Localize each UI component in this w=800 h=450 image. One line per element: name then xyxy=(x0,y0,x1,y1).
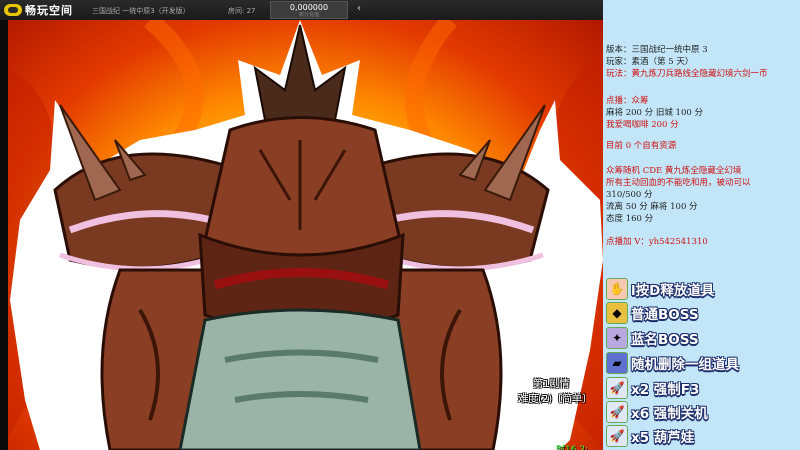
player-line: 玩家：素酒（第 5 天） xyxy=(606,57,694,67)
logo-text: 畅玩空间 xyxy=(25,4,73,17)
rocket-gift-icon: 🚀 xyxy=(606,425,628,447)
boss-lower-body xyxy=(178,308,422,450)
timer-text: 时16 2: xyxy=(556,445,589,450)
boss-artwork xyxy=(0,20,603,450)
dragon-gift-icon: ✦ xyxy=(606,327,628,349)
gift-label: 普通BOSS xyxy=(631,307,699,323)
order-line-1: 麻将 200 分 旧城 100 分 xyxy=(606,108,703,118)
crowdfund-line-4: 流离 50 分 麻将 100 分 xyxy=(606,202,698,212)
gift-item[interactable]: ◆ 普通BOSS xyxy=(606,302,796,324)
rocket-gift-icon: 🚀 xyxy=(606,377,628,399)
contact-line: 点播加 V：yh542541310 xyxy=(606,237,708,247)
collapse-arrow-button[interactable]: ‹ xyxy=(353,2,365,16)
game-title: 三国战纪 一统中原3（开发版） xyxy=(92,7,190,15)
resources-line: 目前 0 个自有资源 xyxy=(606,141,677,151)
gift-label: 随机删除一组道具 xyxy=(631,357,739,373)
crowdfund-line-5: 态度 160 分 xyxy=(606,214,654,224)
gift-label: x6 强制关机 xyxy=(631,406,708,422)
gift-item[interactable]: 🚀 x2 强制F3 xyxy=(606,377,796,399)
game-viewport[interactable]: 第1剧情 难度(2)〔简单〕 时16 2: xyxy=(0,20,603,450)
app-logo[interactable]: 畅玩空间 xyxy=(4,3,73,17)
gift-item[interactable]: 🚀 x5 葫芦娃 xyxy=(606,425,796,447)
difficulty-text: 难度(2)〔简单〕 xyxy=(518,394,593,405)
score-value: 0,000000 xyxy=(289,3,329,12)
gift-item[interactable]: ▰ 随机删除一组道具 xyxy=(606,352,796,374)
gift-item[interactable]: ✦ 蓝名BOSS xyxy=(606,327,796,349)
gift-label: l按D释放道具 xyxy=(631,283,715,299)
top-bar: 畅玩空间 三国战纪 一统中原3（开发版） 房间: 27 0,000000 积分充… xyxy=(0,0,603,20)
crowdfund-progress: 310/500 分 xyxy=(606,190,653,200)
crowdfund-line-1: 众筹随机 CDE 黄九炼全隐藏全幻境 xyxy=(606,166,742,176)
gift-label: x2 强制F3 xyxy=(631,382,700,398)
gift-list: ✋ l按D释放道具 ◆ 普通BOSS ✦ 蓝名BOSS ▰ 随机删除一组道具 🚀… xyxy=(603,277,800,450)
rocket-gift-icon: 🚀 xyxy=(606,401,628,423)
logo-icon xyxy=(4,4,22,16)
gift-label: x5 葫芦娃 xyxy=(631,430,695,446)
score-box[interactable]: 0,000000 积分充值 xyxy=(270,1,348,19)
version-line: 版本：三国战纪一统中原 3 xyxy=(606,45,708,55)
room-label: 房间: 27 xyxy=(228,7,256,15)
score-subtitle: 积分充值 xyxy=(298,12,319,18)
story-stage-text: 第1剧情 xyxy=(533,379,570,390)
car-gift-icon: ▰ xyxy=(606,352,628,374)
order-line-2: 我爱喝咖啡 200 分 xyxy=(606,120,679,130)
gift-label: 蓝名BOSS xyxy=(631,332,699,348)
crowdfund-line-2: 所有主动回血的不能吃和用，被动可以 xyxy=(606,178,751,188)
gift-item[interactable]: ✋ l按D释放道具 xyxy=(606,278,796,300)
gift-item[interactable]: 🚀 x6 强制关机 xyxy=(606,401,796,423)
hand-gift-icon: ✋ xyxy=(606,278,628,300)
order-title: 点播：众筹 xyxy=(606,96,649,106)
play-mode-line: 玩法：黄九炼刀兵路线全隐藏幻境六剑一币 xyxy=(606,69,768,79)
gold-gift-icon: ◆ xyxy=(606,302,628,324)
